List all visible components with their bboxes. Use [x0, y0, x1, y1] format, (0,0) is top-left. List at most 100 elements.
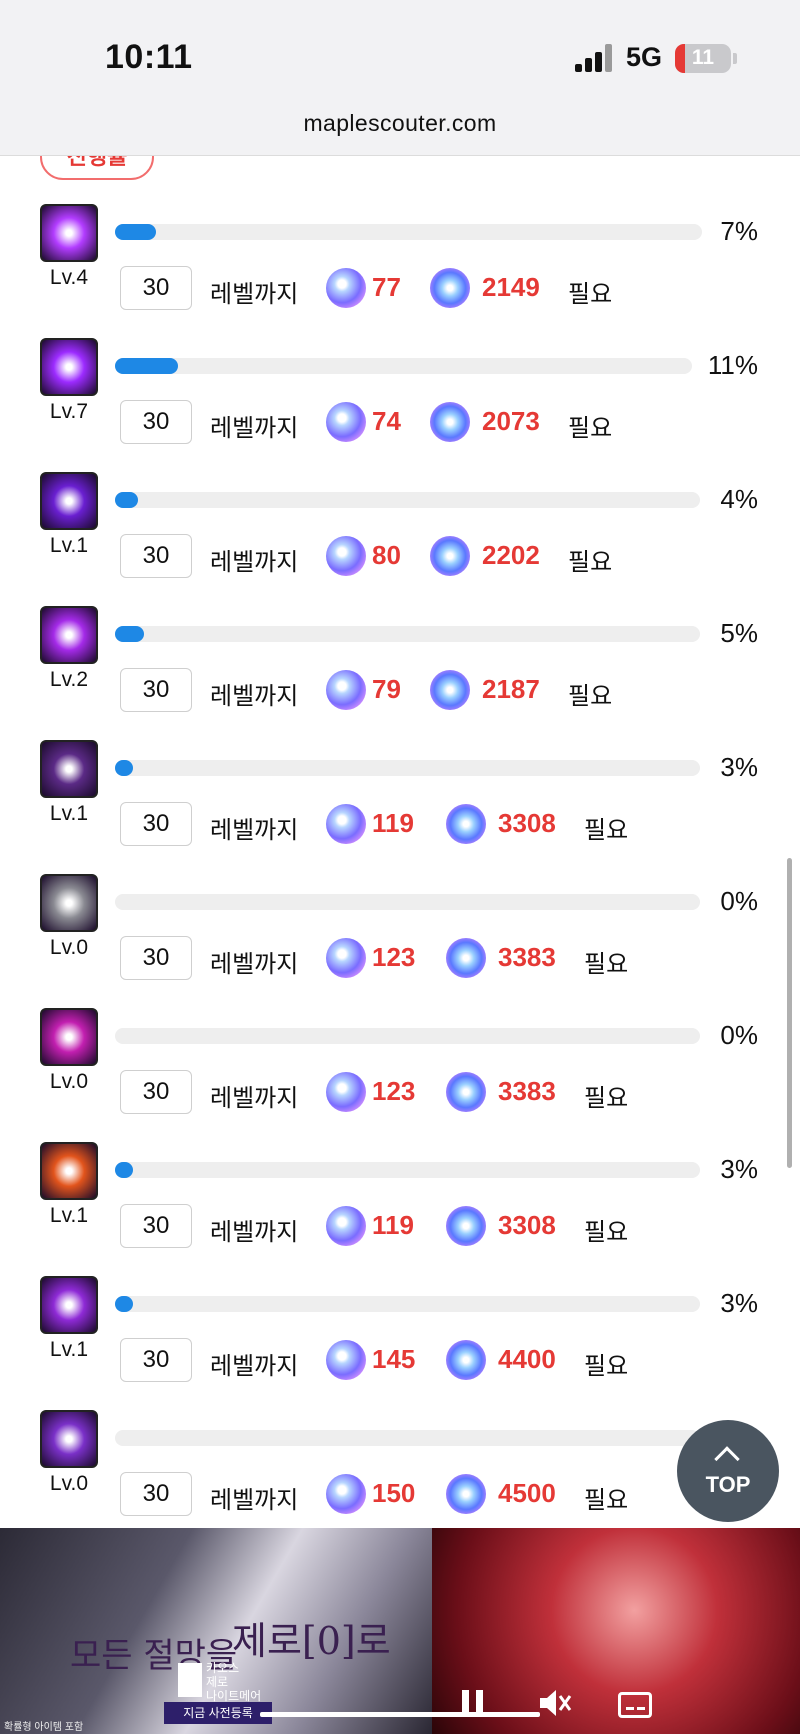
skill-level: Lv.0: [49, 936, 89, 959]
sol-erda-amount: 74: [372, 406, 401, 436]
subtitles-icon[interactable]: [618, 1692, 652, 1718]
fragment-amount: 2187: [482, 674, 540, 704]
skill-row: Lv.4 7% 30 레벨까지 77 2149 필요: [0, 204, 800, 338]
sol-erda-fragment-icon: [430, 402, 470, 442]
progress-track: [115, 626, 700, 642]
skill-icon: [40, 874, 98, 932]
sol-erda-amount: 79: [372, 674, 401, 704]
progress-bar: [115, 224, 157, 240]
sol-erda-icon: [326, 670, 366, 710]
fragment-amount: 2149: [482, 272, 540, 302]
skill-progress-list[interactable]: 진행률 Lv.4 7% 30 레벨까지 77 2149 필요 Lv.7 11% 30 레벨까지 74 2…: [0, 156, 800, 1528]
target-level-input[interactable]: 30: [120, 1472, 192, 1516]
target-level-input[interactable]: 30: [120, 1204, 192, 1248]
progress-percent: 0%: [720, 886, 758, 916]
skill-level: Lv.1: [49, 1204, 89, 1227]
until-level-label: 레벨까지: [210, 951, 299, 978]
skill-level: Lv.1: [49, 802, 89, 825]
status-time: 10:11: [105, 38, 193, 76]
skill-row: Lv.0 0% 30 레벨까지 123 3383 필요: [0, 1008, 800, 1142]
target-level-input[interactable]: 30: [120, 1070, 192, 1114]
sol-erda-amount: 150: [372, 1478, 416, 1508]
sol-erda-amount: 119: [372, 1210, 414, 1240]
sol-erda-fragment-icon: [446, 1206, 486, 1246]
target-level-input[interactable]: 30: [120, 266, 192, 310]
sol-erda-amount: 77: [372, 272, 401, 302]
sol-erda-fragment-icon: [430, 670, 470, 710]
skill-level: Lv.4: [49, 266, 89, 289]
progress-percent: 3%: [720, 752, 758, 782]
progress-percent: 11%: [707, 350, 758, 380]
target-level-input[interactable]: 30: [120, 668, 192, 712]
progress-percent: 0%: [720, 1020, 758, 1050]
until-level-label: 레벨까지: [210, 1353, 299, 1380]
need-label: 필요: [584, 817, 629, 844]
progress-track: [115, 760, 700, 776]
fragment-amount: 3383: [498, 942, 556, 972]
skill-icon: [40, 338, 98, 396]
target-level-input[interactable]: 30: [120, 1338, 192, 1382]
scrollbar[interactable]: [787, 858, 792, 1168]
target-level-input[interactable]: 30: [120, 802, 192, 846]
sol-erda-icon: [326, 1474, 366, 1514]
need-label: 필요: [568, 415, 613, 442]
fragment-amount: 3383: [498, 1076, 556, 1106]
progress-track: [115, 894, 700, 910]
ad-fineprint: 확률형 아이템 포함: [4, 1722, 84, 1733]
address-bar[interactable]: maplescouter.com: [0, 110, 800, 156]
skill-row: Lv.1 3% 30 레벨까지 119 3308 필요: [0, 1142, 800, 1276]
pause-icon[interactable]: [462, 1690, 484, 1716]
scroll-to-top-button[interactable]: TOP: [677, 1420, 779, 1522]
target-level-input[interactable]: 30: [120, 534, 192, 578]
skill-row: Lv.7 11% 30 레벨까지 74 2073 필요: [0, 338, 800, 472]
fragment-amount: 3308: [498, 808, 556, 838]
progress-bar: [115, 358, 179, 374]
until-level-label: 레벨까지: [210, 1219, 299, 1246]
ad-cta-button[interactable]: 지금 사전등록: [164, 1702, 272, 1724]
sol-erda-icon: [326, 536, 366, 576]
progress-header-pill: 진행률: [40, 156, 154, 180]
ad-brand: 카오스 제로 나이트메어: [206, 1661, 262, 1703]
progress-bar: [115, 1162, 133, 1178]
skill-row: Lv.0 0% 30 레벨까지 123 3383 필요: [0, 874, 800, 1008]
sol-erda-fragment-icon: [430, 268, 470, 308]
ad-video-progress: [260, 1712, 540, 1717]
need-label: 필요: [568, 549, 613, 576]
target-level-input[interactable]: 30: [120, 400, 192, 444]
sol-erda-fragment-icon: [446, 938, 486, 978]
skill-level: Lv.7: [49, 400, 89, 423]
sol-erda-icon: [326, 1340, 366, 1380]
skill-row: Lv.1 3% 30 레벨까지 145 4400 필요: [0, 1276, 800, 1410]
need-label: 필요: [584, 1219, 629, 1246]
fragment-amount: 4400: [498, 1344, 556, 1374]
sol-erda-fragment-icon: [430, 536, 470, 576]
sol-erda-amount: 80: [372, 540, 401, 570]
ad-logo-icon: [178, 1663, 202, 1697]
ad-headline-2: 제로[0]로: [232, 1619, 391, 1663]
battery-icon: 11: [675, 44, 731, 73]
skill-level: Lv.2: [49, 668, 89, 691]
need-label: 필요: [568, 683, 613, 710]
skill-icon: [40, 472, 98, 530]
progress-track: [115, 492, 700, 508]
until-level-label: 레벨까지: [210, 549, 299, 576]
sol-erda-fragment-icon: [446, 1340, 486, 1380]
need-label: 필요: [584, 1085, 629, 1112]
progress-track: [115, 1028, 700, 1044]
target-level-input[interactable]: 30: [120, 936, 192, 980]
ad-banner[interactable]: 모든 절망을 제로[0]로 카오스 제로 나이트메어 지금 사전등록 확률형 아…: [0, 1528, 800, 1734]
skill-row: Lv.1 4% 30 레벨까지 80 2202 필요: [0, 472, 800, 606]
progress-track: [115, 358, 692, 374]
progress-track: [115, 1162, 700, 1178]
chevron-up-icon: [714, 1446, 740, 1472]
skill-icon: [40, 1008, 98, 1066]
skill-icon: [40, 606, 98, 664]
progress-track: [115, 224, 702, 240]
network-type: 5G: [626, 42, 663, 72]
fragment-amount: 3308: [498, 1210, 556, 1240]
sol-erda-icon: [326, 402, 366, 442]
progress-percent: 7%: [720, 216, 758, 246]
mute-icon[interactable]: [538, 1688, 572, 1718]
progress-bar: [115, 492, 139, 508]
sol-erda-icon: [326, 1206, 366, 1246]
